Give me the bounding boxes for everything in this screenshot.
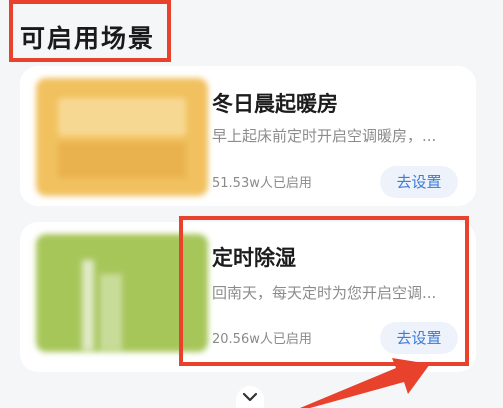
expand-button[interactable]	[236, 386, 264, 408]
setup-button[interactable]: 去设置	[380, 166, 458, 198]
thumbnail-shape	[58, 98, 186, 136]
thumbnail-shape	[58, 142, 186, 178]
scene-page: 可启用场景 冬日晨起暖房 早上起床前定时开启空调暖房，... 51.53w人已启…	[0, 0, 503, 408]
annotation-box-title	[9, 0, 171, 62]
thumbnail-shape	[100, 274, 122, 350]
annotation-arrow-icon	[300, 358, 430, 408]
scene-usage-count: 51.53w人已启用	[212, 176, 312, 191]
scene-title: 冬日晨起暖房	[212, 92, 338, 116]
scene-card-warm-room[interactable]: 冬日晨起暖房 早上起床前定时开启空调暖房，... 51.53w人已启用 去设置	[20, 66, 476, 206]
scene-description: 早上起床前定时开启空调暖房，...	[212, 127, 437, 145]
scene-thumbnail	[36, 78, 208, 196]
thumbnail-shape	[82, 260, 94, 350]
chevron-down-icon	[242, 392, 258, 402]
